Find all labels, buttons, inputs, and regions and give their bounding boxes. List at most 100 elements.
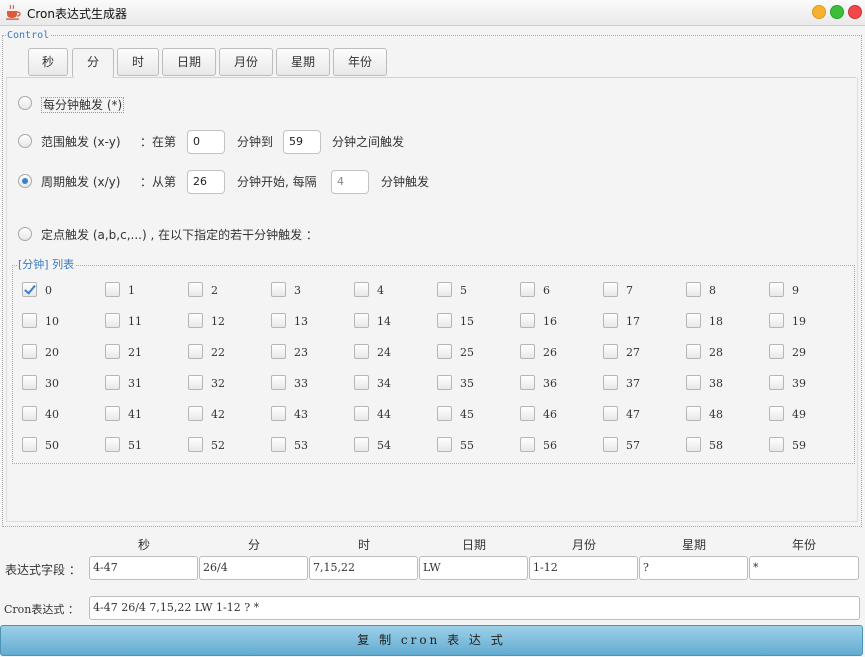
- minute-checkbox-14[interactable]: [354, 313, 369, 328]
- minute-checkbox-44[interactable]: [354, 406, 369, 421]
- minute-checkbox-29[interactable]: [769, 344, 784, 359]
- minute-checkbox-55[interactable]: [437, 437, 452, 452]
- cycle-start-input[interactable]: 26: [187, 170, 225, 194]
- minute-checkbox-12[interactable]: [188, 313, 203, 328]
- field-weekday-input[interactable]: ?: [639, 556, 748, 580]
- field-second-input[interactable]: 4-47: [89, 556, 198, 580]
- tab-second[interactable]: 秒: [28, 48, 68, 76]
- minute-checkbox-41[interactable]: [105, 406, 120, 421]
- minute-checkbox-45[interactable]: [437, 406, 452, 421]
- tab-date[interactable]: 日期: [162, 48, 216, 76]
- minute-checkbox-27[interactable]: [603, 344, 618, 359]
- minute-checkbox-46[interactable]: [520, 406, 535, 421]
- minute-checkbox-54[interactable]: [354, 437, 369, 452]
- maximize-button[interactable]: [830, 5, 844, 19]
- minute-checkbox-53[interactable]: [271, 437, 286, 452]
- minute-checkbox-label: 26: [543, 346, 557, 359]
- minute-checkbox-label: 40: [45, 408, 59, 421]
- copy-cron-button[interactable]: 复 制 cron 表 达 式: [0, 625, 863, 656]
- minute-checkbox-35[interactable]: [437, 375, 452, 390]
- minute-checkbox-11[interactable]: [105, 313, 120, 328]
- cron-expression-input[interactable]: 4-47 26/4 7,15,22 LW 1-12 ? *: [89, 596, 860, 620]
- minute-checkbox-21[interactable]: [105, 344, 120, 359]
- minute-checkbox-50[interactable]: [22, 437, 37, 452]
- minute-checkbox-39[interactable]: [769, 375, 784, 390]
- minute-checkbox-34[interactable]: [354, 375, 369, 390]
- minute-checkbox-3[interactable]: [271, 282, 286, 297]
- every-minute-radio[interactable]: [18, 96, 32, 110]
- minute-checkbox-42[interactable]: [188, 406, 203, 421]
- cycle-interval-input[interactable]: 4: [331, 170, 369, 194]
- minute-checkbox-8[interactable]: [686, 282, 701, 297]
- tab-minute[interactable]: 分: [72, 48, 114, 78]
- minute-checkbox-51[interactable]: [105, 437, 120, 452]
- minute-checkbox-6[interactable]: [520, 282, 535, 297]
- field-header-minute: 分: [247, 538, 260, 552]
- minute-checkbox-18[interactable]: [686, 313, 701, 328]
- minute-checkbox-37[interactable]: [603, 375, 618, 390]
- minute-checkbox-24[interactable]: [354, 344, 369, 359]
- minute-list-legend: [分钟] 列表: [17, 258, 76, 271]
- minute-checkbox-32[interactable]: [188, 375, 203, 390]
- range-from-input[interactable]: 0: [187, 130, 225, 154]
- minute-checkbox-label: 11: [128, 315, 142, 328]
- minute-checkbox-58[interactable]: [686, 437, 701, 452]
- minute-checkbox-49[interactable]: [769, 406, 784, 421]
- range-radio[interactable]: [18, 134, 32, 148]
- minute-checkbox-33[interactable]: [271, 375, 286, 390]
- minute-checkbox-59[interactable]: [769, 437, 784, 452]
- minute-checkbox-5[interactable]: [437, 282, 452, 297]
- minute-checkbox-25[interactable]: [437, 344, 452, 359]
- minute-checkbox-label: 55: [460, 439, 474, 452]
- minute-checkbox-4[interactable]: [354, 282, 369, 297]
- minute-checkbox-10[interactable]: [22, 313, 37, 328]
- cycle-radio[interactable]: [18, 174, 32, 188]
- minute-checkbox-36[interactable]: [520, 375, 535, 390]
- minute-checkbox-0[interactable]: [22, 282, 37, 297]
- minute-checkbox-56[interactable]: [520, 437, 535, 452]
- field-year-input[interactable]: *: [749, 556, 859, 580]
- minute-checkbox-28[interactable]: [686, 344, 701, 359]
- minute-checkbox-52[interactable]: [188, 437, 203, 452]
- minute-checkbox-47[interactable]: [603, 406, 618, 421]
- minute-checkbox-label: 1: [128, 284, 135, 297]
- minute-checkbox-31[interactable]: [105, 375, 120, 390]
- minute-checkbox-19[interactable]: [769, 313, 784, 328]
- minute-checkbox-13[interactable]: [271, 313, 286, 328]
- minimize-button[interactable]: [812, 5, 826, 19]
- minute-checkbox-17[interactable]: [603, 313, 618, 328]
- minute-checkbox-label: 4: [377, 284, 384, 297]
- minute-checkbox-48[interactable]: [686, 406, 701, 421]
- range-sep: ：在第: [140, 135, 177, 149]
- minute-checkbox-15[interactable]: [437, 313, 452, 328]
- minute-checkbox-20[interactable]: [22, 344, 37, 359]
- field-date-input[interactable]: LW: [419, 556, 528, 580]
- minute-checkbox-38[interactable]: [686, 375, 701, 390]
- every-minute-label: 每分钟触发 (*): [41, 97, 125, 113]
- field-hour-input[interactable]: 7,15,22: [309, 556, 418, 580]
- minute-checkbox-1[interactable]: [105, 282, 120, 297]
- minute-checkbox-9[interactable]: [769, 282, 784, 297]
- minute-checkbox-label: 16: [543, 315, 557, 328]
- field-month-input[interactable]: 1-12: [529, 556, 638, 580]
- tab-month[interactable]: 月份: [219, 48, 273, 76]
- minute-checkbox-30[interactable]: [22, 375, 37, 390]
- fixed-radio[interactable]: [18, 227, 32, 241]
- close-button[interactable]: [848, 5, 862, 19]
- minute-checkbox-43[interactable]: [271, 406, 286, 421]
- minute-checkbox-16[interactable]: [520, 313, 535, 328]
- minute-checkbox-label: 28: [709, 346, 723, 359]
- minute-checkbox-23[interactable]: [271, 344, 286, 359]
- tab-year[interactable]: 年份: [333, 48, 387, 76]
- minute-checkbox-2[interactable]: [188, 282, 203, 297]
- tab-hour[interactable]: 时: [117, 48, 159, 76]
- field-minute-input[interactable]: 26/4: [199, 556, 308, 580]
- minute-checkbox-26[interactable]: [520, 344, 535, 359]
- tab-weekday[interactable]: 星期: [276, 48, 330, 76]
- minute-checkbox-label: 47: [626, 408, 640, 421]
- minute-checkbox-40[interactable]: [22, 406, 37, 421]
- minute-checkbox-7[interactable]: [603, 282, 618, 297]
- minute-checkbox-22[interactable]: [188, 344, 203, 359]
- minute-checkbox-57[interactable]: [603, 437, 618, 452]
- range-to-input[interactable]: 59: [283, 130, 321, 154]
